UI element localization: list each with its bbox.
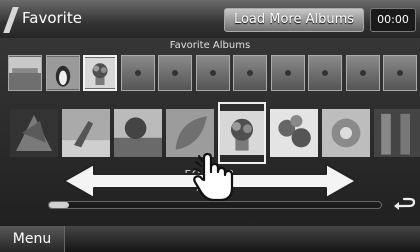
album-cover[interactable] [322,102,370,164]
lake-scene-icon [9,56,41,90]
touch-hand-icon [193,152,234,202]
favorite-album-browser: Favorite Load More Albums 00:00 Favorite… [0,0,420,252]
title-bar: Favorite Load More Albums 00:00 [0,0,420,38]
favorite-thumbnail-row [8,55,420,95]
wooden-frame-icon [374,102,420,164]
flower-bouquet-icon [85,57,115,89]
empty-favorite-slot[interactable] [233,55,267,91]
empty-favorite-slot[interactable] [308,55,342,91]
back-return-icon[interactable] [392,197,416,213]
favorite-thumbnail[interactable] [45,55,80,91]
flower-pattern-icon [322,102,370,164]
beach-chair-icon [62,102,110,164]
empty-favorite-slot[interactable] [345,55,380,91]
album-cover[interactable] [62,102,110,164]
empty-favorite-slot[interactable] [195,55,230,91]
favorite-thumbnail[interactable] [83,55,117,91]
album-cover[interactable] [10,102,58,164]
album-cover[interactable] [374,102,420,164]
load-more-albums-button[interactable]: Load More Albums [224,8,364,32]
autumn-leaves-icon [10,102,58,164]
album-cover[interactable] [270,102,318,164]
playback-progress-fill [49,202,69,208]
empty-favorite-slot[interactable] [383,55,417,91]
flower-icon [270,102,318,164]
empty-favorite-slot[interactable] [120,55,155,91]
playback-progress-bar[interactable] [48,201,382,209]
favorite-thumbnail[interactable] [8,55,42,91]
album-cover[interactable] [114,102,162,164]
menu-button[interactable]: Menu [0,226,65,252]
empty-favorite-slot[interactable] [158,55,192,91]
clock-display: 00:00 [370,8,416,32]
empty-favorite-slot[interactable] [270,55,305,91]
page-title: Favorite [22,9,82,27]
favorite-albums-label: Favorite Albums [169,40,251,51]
title-slash-icon [3,7,19,33]
coastal-tree-icon [114,102,162,164]
penguin-icon [46,56,79,90]
